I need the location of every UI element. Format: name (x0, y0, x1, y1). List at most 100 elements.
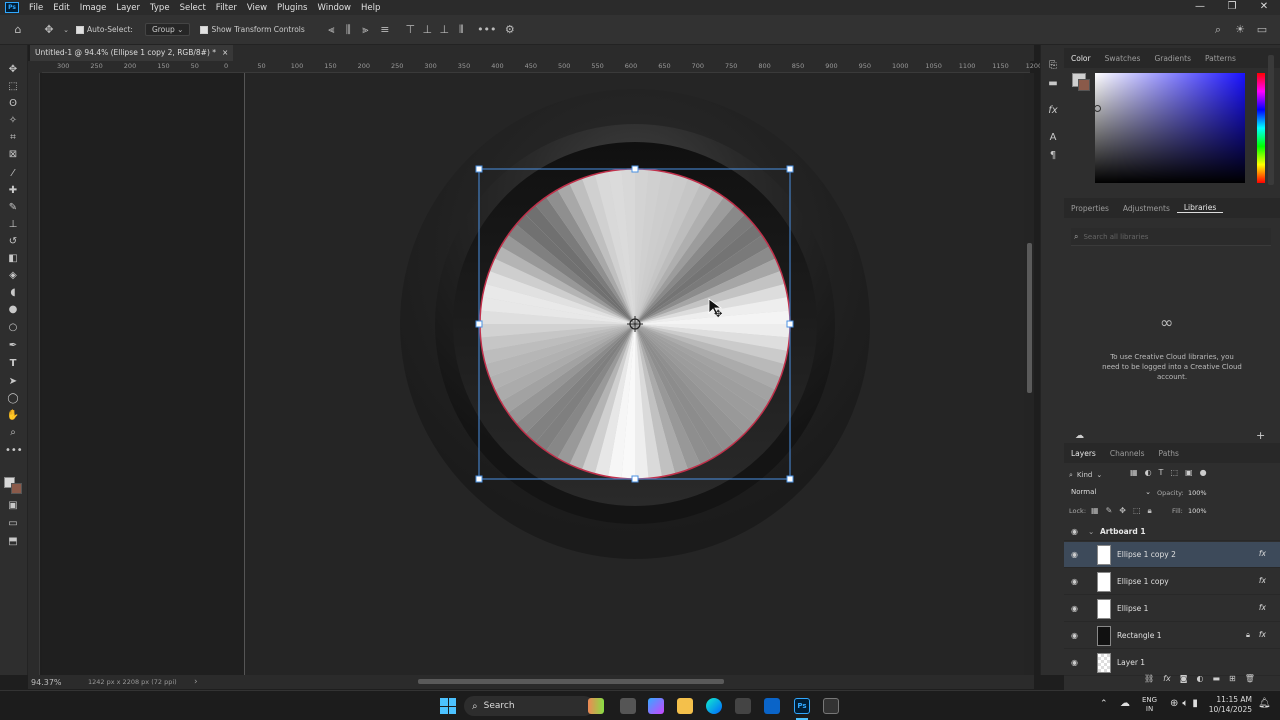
frame-icon[interactable]: ⊠ (5, 148, 21, 162)
tab-layers[interactable]: Layers (1064, 449, 1103, 458)
new-layer-icon[interactable]: ⊞ (1229, 674, 1236, 683)
color-field[interactable] (1095, 73, 1245, 183)
more-tools-icon[interactable]: ••• (5, 444, 23, 458)
chevron-down-icon[interactable]: ⌄ (1088, 527, 1094, 536)
store-icon[interactable] (735, 698, 751, 714)
file-explorer-icon[interactable] (677, 698, 693, 714)
ellipse-icon[interactable]: ◯ (5, 392, 21, 406)
brush-icon[interactable]: ✎ (5, 201, 21, 215)
fx-icon[interactable]: fx (1259, 576, 1266, 585)
zoom-level[interactable]: 94.37% (31, 678, 76, 687)
canvas-area[interactable]: ✥ (42, 73, 1030, 675)
hand-icon[interactable]: ✋ (5, 409, 21, 423)
align-right-icon[interactable]: ⫸ (357, 23, 374, 37)
more-options-icon[interactable]: ••• (476, 23, 498, 36)
clock[interactable]: 11:15 AM 10/14/2025 (1208, 695, 1252, 715)
crop-icon[interactable]: ⌗ (5, 131, 21, 145)
taskbar-search[interactable]: ⌕ Search (464, 696, 594, 716)
quick-mask-icon[interactable]: ▣ (5, 499, 21, 513)
bg-color-chip[interactable] (1078, 79, 1090, 91)
vertical-scrollbar[interactable] (1024, 73, 1034, 675)
paint-bucket-icon[interactable]: ◈ (5, 269, 21, 283)
notification-icon[interactable]: 🔔︎ (1258, 698, 1271, 709)
fx-icon[interactable]: fx (1259, 630, 1266, 639)
history-panel-icon[interactable]: ⎘ (1045, 59, 1061, 73)
align-center-icon[interactable]: ⫼ (340, 23, 357, 37)
paragraph-icon[interactable]: ¶ (1045, 149, 1061, 163)
opacity-value[interactable]: 100% (1188, 489, 1207, 497)
close-tab-icon[interactable]: × (222, 45, 228, 61)
filter-shape-icon[interactable]: ⬚ (1170, 468, 1178, 477)
chevron-down-icon[interactable]: ⌄ (62, 26, 70, 34)
lightbulb-icon[interactable]: ☀ (1232, 23, 1248, 36)
status-arrow-icon[interactable]: › (194, 677, 198, 687)
add-mask-icon[interactable]: ◙ (1180, 674, 1188, 683)
align-middle-icon[interactable]: ⊥ (419, 23, 436, 36)
task-view-icon[interactable] (620, 698, 636, 714)
lock-artboard-icon[interactable]: ⬚ (1133, 506, 1141, 516)
magic-wand-icon[interactable]: ✧ (5, 114, 21, 128)
marquee-icon[interactable]: ⬚ (5, 80, 21, 94)
auto-select-option[interactable]: Auto-Select: (76, 25, 133, 34)
home-icon[interactable]: ⌂ (0, 23, 36, 36)
eye-icon[interactable]: ◉ (1071, 604, 1078, 613)
type-icon[interactable]: T (5, 357, 21, 371)
new-adjustment-icon[interactable]: ◐ (1196, 674, 1203, 683)
filter-type-icon[interactable]: T (1159, 468, 1164, 477)
distribute-vertical-icon[interactable]: ⫴ (453, 23, 470, 37)
cloud-sync-icon[interactable]: ☁ (1075, 431, 1084, 441)
menu-filter[interactable]: Filter (211, 3, 242, 13)
menu-image[interactable]: Image (75, 3, 112, 13)
screen-mode-icon[interactable]: ▭ (5, 517, 21, 531)
transform-controls-option[interactable]: Show Transform Controls (200, 25, 305, 34)
menu-file[interactable]: File (24, 3, 48, 13)
zoom-icon[interactable]: ⌕ (5, 426, 21, 440)
filter-adjust-icon[interactable]: ◐ (1145, 468, 1152, 477)
lock-all-icon[interactable]: 🔒︎ (1148, 506, 1152, 516)
restore-button[interactable]: ❐ (1216, 0, 1248, 15)
filter-toggle-icon[interactable]: ● (1200, 468, 1207, 477)
document-tab[interactable]: Untitled-1 @ 94.4% (Ellipse 1 copy 2, RG… (30, 45, 234, 61)
menu-plugins[interactable]: Plugins (272, 3, 312, 13)
lock-position-icon[interactable]: ✥ (1119, 506, 1126, 516)
windows-start-icon[interactable] (440, 698, 456, 714)
new-group-icon[interactable]: ▬ (1212, 674, 1220, 683)
vertical-ruler[interactable] (28, 73, 40, 675)
styles-icon[interactable]: fx (1045, 104, 1061, 118)
distribute-icon[interactable]: ≡ (374, 23, 396, 36)
copilot-icon[interactable] (648, 698, 664, 714)
photoshop-taskbar-icon[interactable]: Ps (794, 698, 810, 714)
tab-libraries[interactable]: Libraries (1176, 203, 1224, 213)
blur-icon[interactable]: ◖ (5, 286, 21, 300)
system-tray[interactable]: ⊕ 🔈︎ ▮ (1170, 698, 1198, 709)
lock-transparency-icon[interactable]: ▦ (1091, 506, 1099, 516)
tab-channels[interactable]: Channels (1103, 449, 1152, 458)
layer-row-ellipse-copy-2[interactable]: ◉ Ellipse 1 copy 2 fx (1064, 542, 1280, 568)
fx-icon[interactable]: fx (1259, 549, 1266, 558)
blend-mode-dropdown[interactable]: Normal ⌄ (1069, 488, 1153, 500)
eye-icon[interactable]: ◉ (1071, 527, 1078, 536)
edge-icon[interactable] (706, 698, 722, 714)
layer-row-ellipse[interactable]: ◉ Ellipse 1 fx (1064, 596, 1280, 622)
lock-pixels-icon[interactable]: ✎ (1106, 506, 1113, 516)
tab-adjustments[interactable]: Adjustments (1116, 204, 1177, 213)
layer-row-ellipse-copy[interactable]: ◉ Ellipse 1 copy fx (1064, 569, 1280, 595)
tab-properties[interactable]: Properties (1064, 204, 1116, 213)
menu-help[interactable]: Help (356, 3, 385, 13)
menu-view[interactable]: View (242, 3, 272, 13)
horizontal-ruler[interactable]: 300 250 200 150 50 0 50 100 150 200 250 300 350 400 45… (42, 61, 1042, 73)
menu-window[interactable]: Window (312, 3, 356, 13)
color-panel-scroll[interactable] (1268, 55, 1274, 185)
dodge-icon[interactable]: ● (5, 303, 21, 317)
align-top-icon[interactable]: ⊤ (402, 23, 419, 36)
onedrive-icon[interactable]: ☁ (1120, 698, 1130, 709)
path-select-icon[interactable]: ➤ (5, 375, 21, 389)
lasso-icon[interactable]: ʘ (5, 97, 21, 111)
horizontal-scroll-thumb[interactable] (418, 679, 724, 684)
close-button[interactable]: ✕ (1248, 0, 1280, 15)
transform-checkbox[interactable] (200, 25, 209, 34)
outlook-icon[interactable] (764, 698, 780, 714)
eye-icon[interactable]: ◉ (1071, 577, 1078, 586)
layer-group-artboard[interactable]: ◉ ⌄ Artboard 1 (1064, 523, 1280, 541)
tab-color[interactable]: Color (1064, 54, 1098, 63)
